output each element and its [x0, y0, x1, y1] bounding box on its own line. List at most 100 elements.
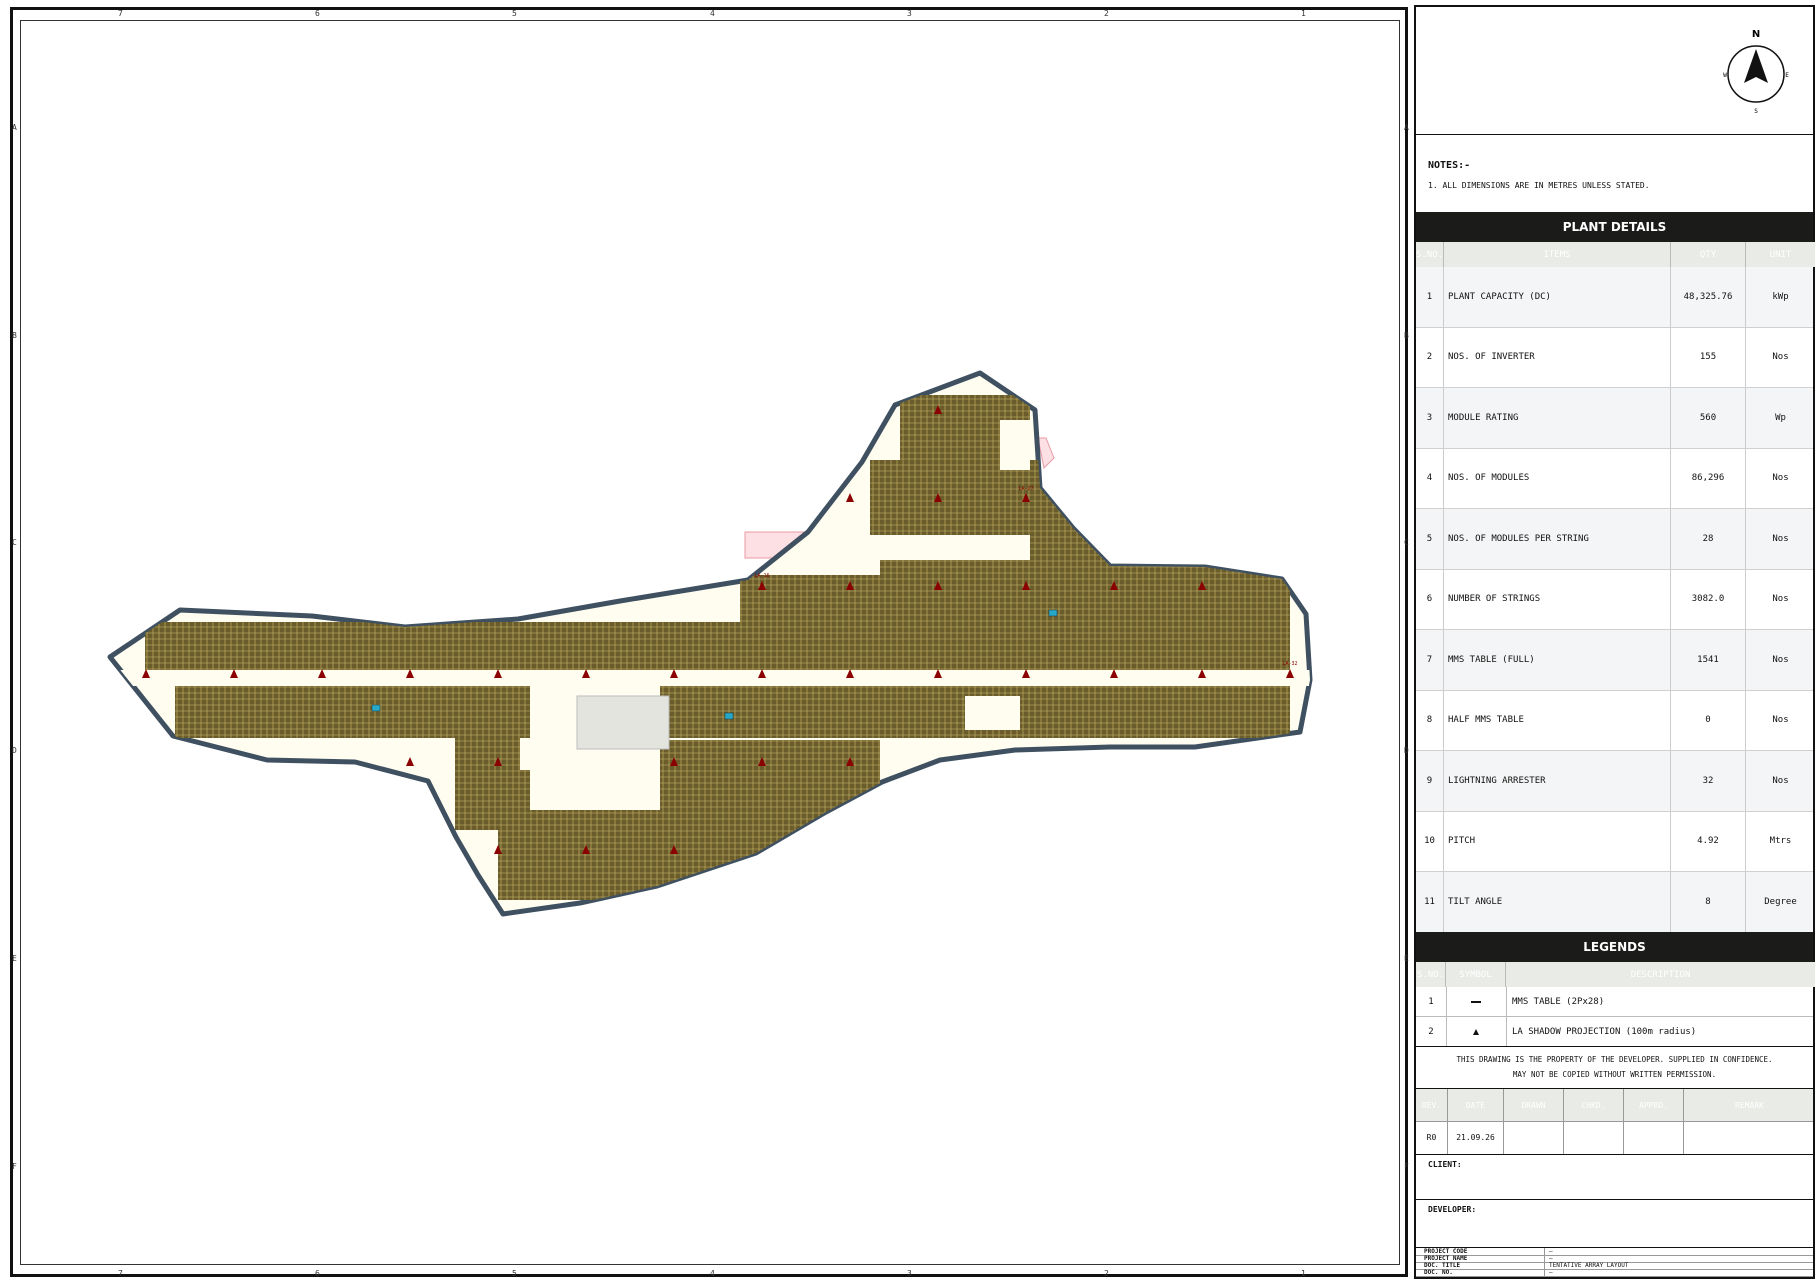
row-unit: Nos [1772, 533, 1789, 544]
title-block: N S E W NOTES:- 1. ALL DIMENSIONS ARE IN… [1414, 5, 1815, 1279]
row-item: HALF MMS TABLE [1444, 690, 1671, 750]
info-value: — [1544, 1248, 1553, 1255]
plant-detail-row: 10 PITCH 4.92 Mtrs [1416, 811, 1813, 872]
inverter-icon [1048, 609, 1058, 617]
col-header: UNIT [1746, 242, 1815, 267]
row-qty: 48,325.76 [1671, 267, 1746, 327]
plant-detail-row: 2 NOS. OF INVERTER 155 Nos [1416, 327, 1813, 388]
legend-desc: LA SHADOW PROJECTION (100m radius) [1512, 1026, 1697, 1037]
revision-col-header: DATE [1448, 1089, 1504, 1121]
row-unit: Nos [1772, 594, 1789, 605]
revision-col-header: DRAWN [1504, 1089, 1564, 1121]
row-unit: kWp [1772, 291, 1789, 302]
legend-row: 1 MMS TABLE (2Px28) [1416, 987, 1813, 1017]
building-footprint [576, 695, 670, 750]
module-block [660, 740, 880, 800]
info-line: DOC. NO. — [1416, 1269, 1813, 1277]
row-unit: Nos [1772, 654, 1789, 665]
row-qty: 155 [1671, 327, 1746, 387]
access-road [110, 670, 1310, 686]
plant-detail-row: 6 NUMBER OF STRINGS 3082.0 Nos [1416, 569, 1813, 630]
col-header: S.NO. [1416, 242, 1444, 267]
col-header: S.NO. [1416, 962, 1446, 987]
info-label: PROJECT NAME [1424, 1255, 1468, 1262]
row-unit: Nos [1772, 775, 1789, 786]
legends-header: S.NO. SYMBOL DESCRIPTION [1416, 962, 1815, 987]
row-unit: Nos [1772, 715, 1789, 726]
info-label: DOC. TITLE [1424, 1262, 1461, 1269]
disclaimer-line: MAY NOT BE COPIED WITHOUT WRITTEN PERMIS… [1512, 1070, 1717, 1079]
row-qty: 8 [1671, 872, 1746, 932]
info-value: TENTATIVE ARRAY LAYOUT [1544, 1262, 1628, 1269]
note-item: 1. ALL DIMENSIONS ARE IN METRES UNLESS S… [1428, 181, 1650, 190]
col-header: ITEMS [1444, 242, 1671, 267]
revision-cell [1564, 1121, 1624, 1154]
row-unit: Degree [1764, 896, 1797, 907]
legend-row: 2 LA SHADOW PROJECTION (100m radius) [1416, 1017, 1813, 1047]
row-item: LIGHTNING ARRESTER [1444, 751, 1671, 811]
divider [1416, 1154, 1813, 1155]
legend-no: 1 [1416, 987, 1447, 1016]
arrester-label: LA-32 [1282, 661, 1297, 667]
plant-details-title: PLANT DETAILS [1416, 212, 1813, 242]
row-qty: 560 [1671, 388, 1746, 448]
module-array [110, 395, 1310, 900]
row-number: 8 [1416, 690, 1444, 750]
site-layout: LA-16 LA-27 LA-32 [107, 370, 1313, 917]
document-info: PROJECT CODE — PROJECT NAME — DOC. TITLE TENT… [1416, 1248, 1813, 1278]
divider [1416, 1046, 1813, 1047]
module-block [880, 560, 1290, 640]
row-unit: Nos [1772, 352, 1789, 363]
legend-no: 2 [1416, 1017, 1447, 1046]
row-item: MODULE RATING [1444, 388, 1671, 448]
revision-header: REV. DATE DRAWN CHKD. APPRD. REMARK [1416, 1089, 1813, 1122]
revision-cell: R0 [1416, 1121, 1448, 1154]
row-number: 11 [1416, 872, 1444, 932]
col-header: SYMBOL [1446, 962, 1506, 987]
row-item: PITCH [1444, 811, 1671, 871]
row-qty: 3082.0 [1671, 569, 1746, 629]
row-unit: Wp [1775, 412, 1786, 423]
module-block [175, 686, 1290, 738]
row-item: NOS. OF MODULES PER STRING [1444, 509, 1671, 569]
revision-cell [1684, 1121, 1815, 1154]
row-item: NOS. OF INVERTER [1444, 327, 1671, 387]
north-arrow: N S E W [1723, 29, 1789, 115]
revision-col-header: REMARK [1735, 1100, 1764, 1110]
col-header: DESCRIPTION [1506, 962, 1815, 987]
revision-col-header: CHKD. [1564, 1089, 1624, 1121]
info-value: — [1544, 1255, 1553, 1262]
legends-title: LEGENDS [1416, 932, 1813, 962]
arrester-label: LA-16 [754, 573, 769, 579]
plant-details-table: 1 PLANT CAPACITY (DC) 48,325.76 kWp 2 NOS. OF… [1416, 267, 1813, 997]
row-qty: 1541 [1671, 630, 1746, 690]
compass-north: N [1752, 29, 1760, 40]
revision-row: R0 21.09.26 [1416, 1121, 1813, 1154]
inverter-icon [371, 704, 381, 712]
plant-details-header: S.NO. ITEMS QTY UNIT [1416, 242, 1815, 267]
revision-col-header: REV. [1416, 1089, 1448, 1121]
row-qty: 86,296 [1671, 448, 1746, 508]
access-road [965, 696, 1020, 730]
compass-south: S [1754, 108, 1758, 115]
legend-desc: MMS TABLE (2Px28) [1512, 996, 1605, 1007]
row-item: PLANT CAPACITY (DC) [1444, 267, 1671, 327]
revision-cell: 21.09.26 [1448, 1121, 1504, 1154]
divider [1416, 1199, 1813, 1200]
plant-detail-row: 7 MMS TABLE (FULL) 1541 Nos [1416, 630, 1813, 691]
compass-west: W [1723, 72, 1727, 79]
module-block [530, 808, 700, 880]
row-qty: 0 [1671, 690, 1746, 750]
row-unit: Mtrs [1769, 836, 1792, 847]
row-number: 1 [1416, 267, 1444, 327]
revision-col-header: APPRD. [1624, 1089, 1684, 1121]
plant-detail-row: 9 LIGHTNING ARRESTER 32 Nos [1416, 751, 1813, 812]
row-number: 10 [1416, 811, 1444, 871]
plant-detail-row: 4 NOS. OF MODULES 86,296 Nos [1416, 448, 1813, 509]
row-item: MMS TABLE (FULL) [1444, 630, 1671, 690]
row-number: 9 [1416, 751, 1444, 811]
plant-detail-row: 8 HALF MMS TABLE 0 Nos [1416, 690, 1813, 751]
revision-cell [1504, 1121, 1564, 1154]
access-road [1000, 420, 1030, 470]
arrester-label: LA-27 [1018, 486, 1033, 492]
